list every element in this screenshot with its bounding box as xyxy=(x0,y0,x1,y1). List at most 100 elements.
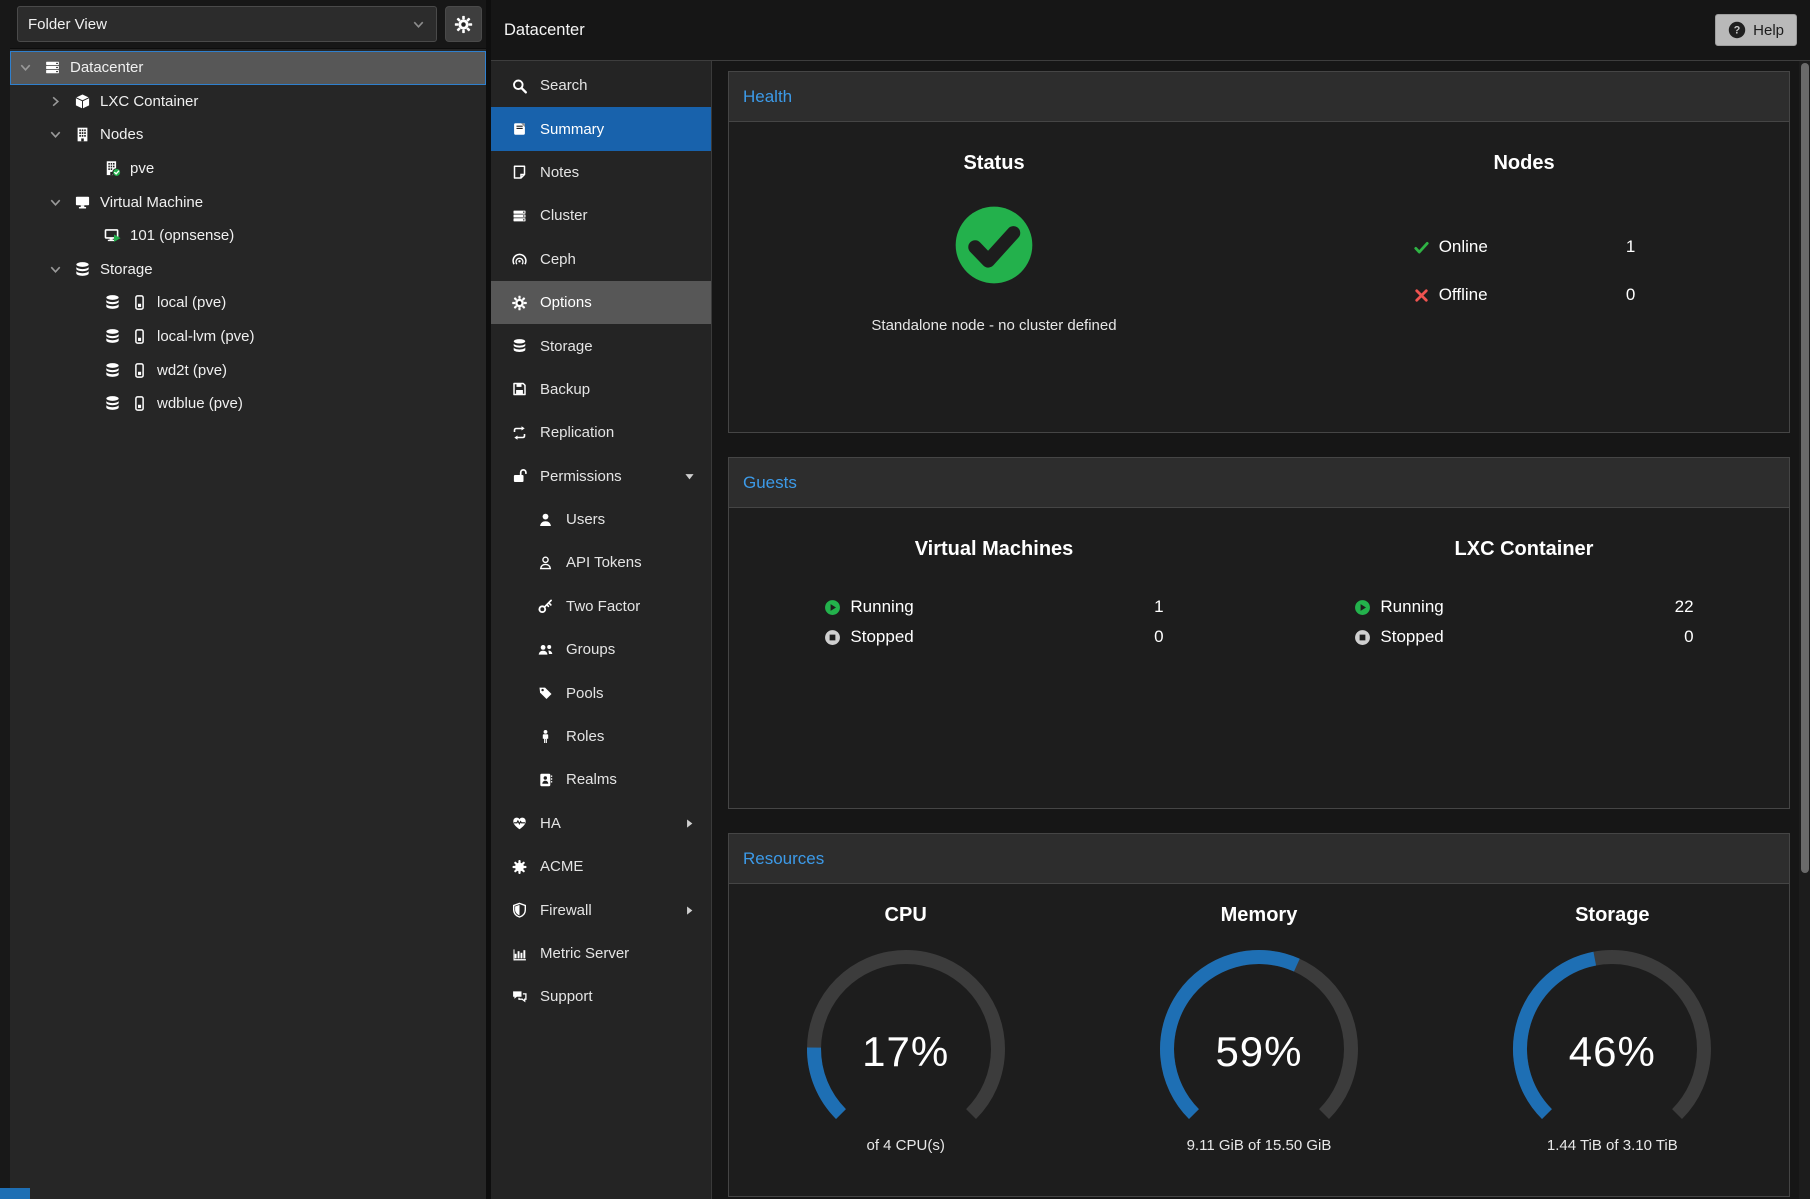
menu-item-ha[interactable]: HA xyxy=(491,802,711,845)
chevron-down-icon[interactable] xyxy=(18,60,35,75)
menu-item-label: Pools xyxy=(566,685,604,702)
menu-item-label: Groups xyxy=(566,641,615,658)
page-title: Datacenter xyxy=(504,21,585,40)
menu-item-realms[interactable]: Realms xyxy=(491,758,711,801)
stop-circle-icon xyxy=(1354,629,1371,646)
menu-item-notes[interactable]: Notes xyxy=(491,151,711,194)
scrollbar-thumb[interactable] xyxy=(1801,63,1809,873)
menu-item-search[interactable]: Search xyxy=(491,64,711,107)
menu-item-permissions[interactable]: Permissions xyxy=(491,455,711,498)
chart-bar-icon xyxy=(511,946,528,962)
menu-item-pools[interactable]: Pools xyxy=(491,671,711,714)
tree-item-wdblue-pve[interactable]: wdblue (pve) xyxy=(10,387,486,421)
tree-item-wd2t-pve[interactable]: wd2t (pve) xyxy=(10,353,486,387)
tree-settings-button[interactable] xyxy=(445,6,482,42)
desktop-icon xyxy=(73,194,92,211)
drive-icon xyxy=(130,362,149,379)
tree-item-label: 101 (opnsense) xyxy=(130,227,234,244)
gauges-row: CPU17%of 4 CPU(s)Memory59%9.11 GiB of 15… xyxy=(729,884,1789,1196)
resource-tree-panel: Folder View DatacenterLXC Container Nodes… xyxy=(10,0,486,1199)
tree-item-label: pve xyxy=(130,160,154,177)
menu-item-options[interactable]: Options xyxy=(491,281,711,324)
menu-item-acme[interactable]: ACME xyxy=(491,845,711,888)
users-icon xyxy=(537,642,554,658)
menu-item-summary[interactable]: Summary xyxy=(491,107,711,150)
menu-item-ceph[interactable]: Ceph xyxy=(491,238,711,281)
tree-item-label: wdblue (pve) xyxy=(157,395,243,412)
cluster-icon xyxy=(511,208,528,224)
tree-item-datacenter[interactable]: Datacenter xyxy=(10,51,486,85)
book-icon xyxy=(511,121,528,137)
menu-item-firewall[interactable]: Firewall xyxy=(491,888,711,931)
content-header: Datacenter ? Help xyxy=(491,0,1810,61)
menu-item-two-factor[interactable]: Two Factor xyxy=(491,585,711,628)
menu-item-label: API Tokens xyxy=(566,554,642,571)
chevron-right-icon[interactable] xyxy=(48,94,65,109)
stat-label: Stopped xyxy=(850,627,913,647)
check-circle-icon xyxy=(952,203,1036,287)
gauge-percent: 59% xyxy=(1134,1028,1384,1076)
tree-item-label: Nodes xyxy=(100,126,143,143)
health-panel: Health Status Standalone node - no clust… xyxy=(728,71,1790,433)
caret-down-icon xyxy=(683,470,696,483)
building-icon xyxy=(73,126,92,143)
gauge-memory: Memory59%9.11 GiB of 15.50 GiB xyxy=(1082,884,1435,1196)
menu-item-storage[interactable]: Storage xyxy=(491,324,711,367)
stop-circle-icon xyxy=(824,629,841,646)
tree-item-pve[interactable]: pve xyxy=(10,152,486,186)
vertical-scrollbar[interactable] xyxy=(1799,61,1810,1199)
menu-item-backup[interactable]: Backup xyxy=(491,368,711,411)
menu-item-api-tokens[interactable]: API Tokens xyxy=(491,541,711,584)
tree-item-lxc-container[interactable]: LXC Container xyxy=(10,85,486,119)
menu-item-support[interactable]: Support xyxy=(491,975,711,1018)
drive-icon xyxy=(130,328,149,345)
caret-spacer xyxy=(78,363,95,378)
menu-item-label: Firewall xyxy=(540,902,592,919)
menu-item-label: Two Factor xyxy=(566,598,640,615)
help-button-label: Help xyxy=(1753,22,1784,39)
tree-item-storage[interactable]: Storage xyxy=(10,253,486,287)
tree-item-local-pve[interactable]: local (pve) xyxy=(10,286,486,320)
menu-item-roles[interactable]: Roles xyxy=(491,715,711,758)
datacenter-menu: Search Summary NotesClusterCephOptionsStor… xyxy=(491,61,712,1199)
tree-item-nodes[interactable]: Nodes xyxy=(10,118,486,152)
gauge-arc: 17% xyxy=(781,949,1031,1125)
menu-item-users[interactable]: Users xyxy=(491,498,711,541)
tag-icon xyxy=(537,685,554,701)
tree-item-label: wd2t (pve) xyxy=(157,362,227,379)
address-book-icon xyxy=(537,772,554,788)
status-heading: Status xyxy=(963,152,1024,175)
chevron-down-icon[interactable] xyxy=(48,127,65,142)
stat-label: Running xyxy=(1380,597,1443,617)
sync-icon xyxy=(511,425,528,441)
certificate-icon xyxy=(511,859,528,875)
caret-spacer xyxy=(78,161,95,176)
guests-panel-header: Guests xyxy=(729,458,1789,508)
view-selector[interactable]: Folder View xyxy=(17,6,437,42)
database-icon xyxy=(103,328,122,345)
help-button[interactable]: ? Help xyxy=(1715,14,1797,46)
svg-text:?: ? xyxy=(1734,25,1741,37)
menu-item-metric-server[interactable]: Metric Server xyxy=(491,932,711,975)
menu-item-groups[interactable]: Groups xyxy=(491,628,711,671)
stat-label: Online xyxy=(1439,237,1488,257)
caret-spacer xyxy=(78,396,95,411)
menu-item-label: Summary xyxy=(540,121,604,138)
menu-item-label: ACME xyxy=(540,858,583,875)
chevron-down-icon[interactable] xyxy=(48,195,65,210)
tree-item-101-opnsense[interactable]: 101 (opnsense) xyxy=(10,219,486,253)
chevron-down-icon[interactable] xyxy=(48,262,65,277)
stat-value: 1 xyxy=(1626,237,1635,257)
drive-icon xyxy=(130,294,149,311)
cluster-status-column: Status Standalone node - no cluster defi… xyxy=(729,122,1259,432)
view-selector-value: Folder View xyxy=(28,16,107,33)
gauge-arc: 59% xyxy=(1134,949,1384,1125)
database-icon xyxy=(103,362,122,379)
tree-item-virtual-machine[interactable]: Virtual Machine xyxy=(10,185,486,219)
tree-item-local-lvm-pve[interactable]: local-lvm (pve) xyxy=(10,320,486,354)
menu-item-replication[interactable]: Replication xyxy=(491,411,711,454)
tree-item-label: local (pve) xyxy=(157,294,226,311)
menu-item-cluster[interactable]: Cluster xyxy=(491,194,711,237)
gauge-percent: 17% xyxy=(781,1028,1031,1076)
question-circle-icon: ? xyxy=(1728,21,1746,39)
